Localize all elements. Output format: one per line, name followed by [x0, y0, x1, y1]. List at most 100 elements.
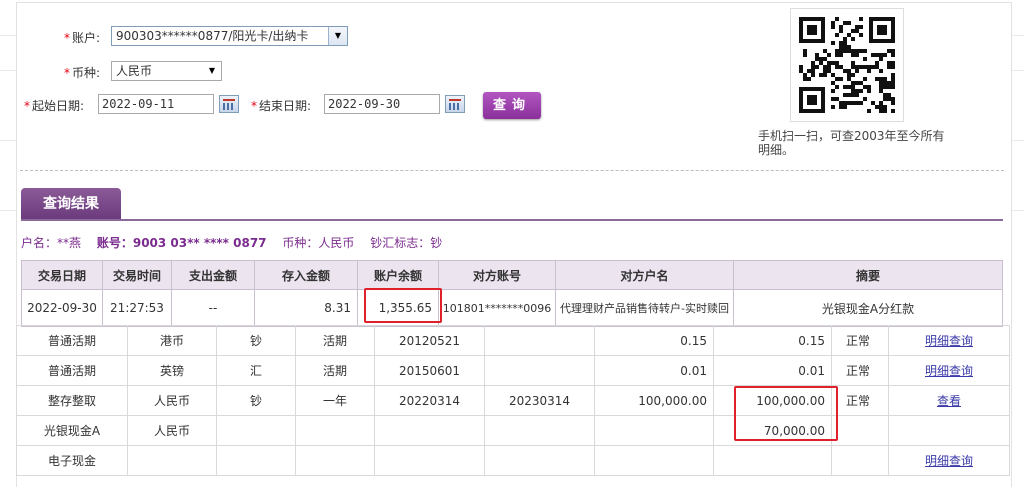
column-header: 交易日期 [21, 260, 103, 290]
table-cell: 20150601 [374, 355, 485, 386]
table-row: 普通活期 英镑汇活期 20150601 0.01 0.01 正常 明细查询 [16, 355, 1010, 386]
table-cell: 钞 [216, 325, 296, 356]
account-info-line: 户名：**燕 账号：9003 03** **** 0877 币种：人民币 钞汇标… [21, 234, 454, 251]
table-cell [295, 415, 375, 446]
table-cell: 21:27:53 [102, 289, 172, 327]
column-header: 交易时间 [102, 260, 172, 290]
qr-caption: 手机扫一扫，可查2003年至今所有明细。 [758, 129, 945, 157]
detail-link[interactable]: 明细查询 [888, 445, 1010, 476]
table-cell [127, 445, 217, 476]
table-cell: 代理理财产品销售待转户-实时赎回 [555, 289, 734, 327]
dropdown-arrow-icon[interactable]: ▼ [328, 27, 347, 45]
dropdown-arrow-icon[interactable]: ▼ [203, 62, 221, 80]
account-value: 900303******0877/阳光卡/出纳卡 [116, 29, 309, 43]
table-cell: 光银现金A分红款 [733, 289, 1003, 327]
qr-code-image [790, 8, 904, 122]
table-cell [216, 415, 296, 446]
table-cell: 20230314 [484, 385, 595, 416]
table-cell [374, 445, 485, 476]
table-cell: -- [171, 289, 255, 327]
column-header: 对方账号 [438, 260, 556, 290]
table-cell [594, 445, 714, 476]
table-row: 普通活期 港币钞活期 20120521 0.15 0.15 正常 明细查询 [16, 325, 1010, 356]
table-cell: 0.15 [594, 325, 714, 356]
detail-link[interactable]: 查看 [888, 385, 1010, 416]
transactions-table: 交易日期 交易时间 支出金额 存入金额 账户余额 对方账号 对方户名 摘要 20… [21, 260, 1003, 327]
table-cell [484, 355, 595, 386]
table-cell: 8.31 [254, 289, 358, 327]
table-cell [374, 415, 485, 446]
column-header: 账户余额 [357, 260, 439, 290]
table-cell: 港币 [127, 325, 217, 356]
currency-info: 币种：人民币 [282, 236, 355, 250]
deposits-table: 普通活期 港币钞活期 20120521 0.15 0.15 正常 明细查询 普通活期 英镑汇活期… [16, 325, 1010, 476]
table-cell: 普通活期 [16, 355, 128, 386]
currency-value: 人民币 [116, 64, 153, 78]
table-row: 电子现金 明细查询 [16, 445, 1010, 476]
table-cell: 汇 [216, 355, 296, 386]
account-label: * 账户: [64, 31, 101, 45]
table-header-row: 交易日期 交易时间 支出金额 存入金额 账户余额 对方账号 对方户名 摘要 [21, 260, 1003, 290]
table-cell: 正常 [831, 325, 889, 356]
table-row: 整存整取 人民币钞一年 20220314 20230314 100,000.00 100,… [16, 385, 1010, 416]
start-date-label: * 起始日期: [24, 99, 85, 113]
table-cell: 2022-09-30 [21, 289, 103, 327]
table-cell: 整存整取 [16, 385, 128, 416]
table-cell: 20220314 [374, 385, 485, 416]
table-cell: 人民币 [127, 415, 217, 446]
table-cell: 活期 [295, 325, 375, 356]
table-cell: 一年 [295, 385, 375, 416]
table-cell: 钞 [216, 385, 296, 416]
column-header: 摘要 [733, 260, 1003, 290]
table-cell: 普通活期 [16, 325, 128, 356]
table-cell: 0.01 [713, 355, 832, 386]
table-cell: 人民币 [127, 385, 217, 416]
table-cell [484, 325, 595, 356]
end-date-label: * 结束日期: [251, 99, 312, 113]
table-cell: 正常 [831, 385, 889, 416]
account-select[interactable]: 900303******0877/阳光卡/出纳卡 ▼ [111, 26, 348, 46]
table-cell: 英镑 [127, 355, 217, 386]
table-cell [831, 445, 889, 476]
table-cell [484, 415, 595, 446]
table-cell: 电子现金 [16, 445, 128, 476]
table-row: 光银现金A 人民币 70,000.00 [16, 415, 1010, 446]
table-cell: 20120521 [374, 325, 485, 356]
calendar-icon[interactable] [219, 95, 239, 113]
holder-name: 户名：**燕 [21, 236, 82, 250]
table-cell [713, 445, 832, 476]
table-cell [594, 415, 714, 446]
end-date-input[interactable]: 2022-09-30 [324, 94, 440, 114]
highlight-amount [734, 386, 838, 441]
table-cell [484, 445, 595, 476]
currency-select[interactable]: 人民币 ▼ [111, 61, 222, 81]
table-cell [831, 415, 889, 446]
column-header: 对方户名 [555, 260, 734, 290]
table-cell: 正常 [831, 355, 889, 386]
account-number: 账号：9003 03** **** 0877 [96, 236, 267, 250]
table-cell: 100,000.00 [594, 385, 714, 416]
column-header: 支出金额 [171, 260, 255, 290]
column-header: 存入金额 [254, 260, 358, 290]
table-cell: 活期 [295, 355, 375, 386]
calendar-icon[interactable] [445, 95, 465, 113]
cash-flag: 钞汇标志：钞 [370, 236, 443, 250]
table-cell: 0.01 [594, 355, 714, 386]
tab-query-results[interactable]: 查询结果 [21, 188, 121, 220]
table-cell [295, 445, 375, 476]
table-cell: 0.15 [713, 325, 832, 356]
table-cell: 光银现金A [16, 415, 128, 446]
query-button[interactable]: 查询 [483, 92, 541, 119]
tab-underline [21, 219, 1003, 221]
currency-label: * 币种: [64, 66, 101, 80]
table-cell: 101801*******0096 [438, 289, 556, 327]
table-cell [216, 445, 296, 476]
highlight-balance [364, 288, 442, 323]
detail-link[interactable]: 明细查询 [888, 325, 1010, 356]
detail-link[interactable]: 明细查询 [888, 355, 1010, 386]
divider [20, 170, 1004, 171]
qr-code-graphic [791, 9, 903, 121]
start-date-input[interactable]: 2022-09-11 [98, 94, 214, 114]
detail-link[interactable] [888, 415, 1010, 446]
table-row: 2022-09-30 21:27:53 -- 8.31 1,355.65 101… [21, 289, 1003, 327]
